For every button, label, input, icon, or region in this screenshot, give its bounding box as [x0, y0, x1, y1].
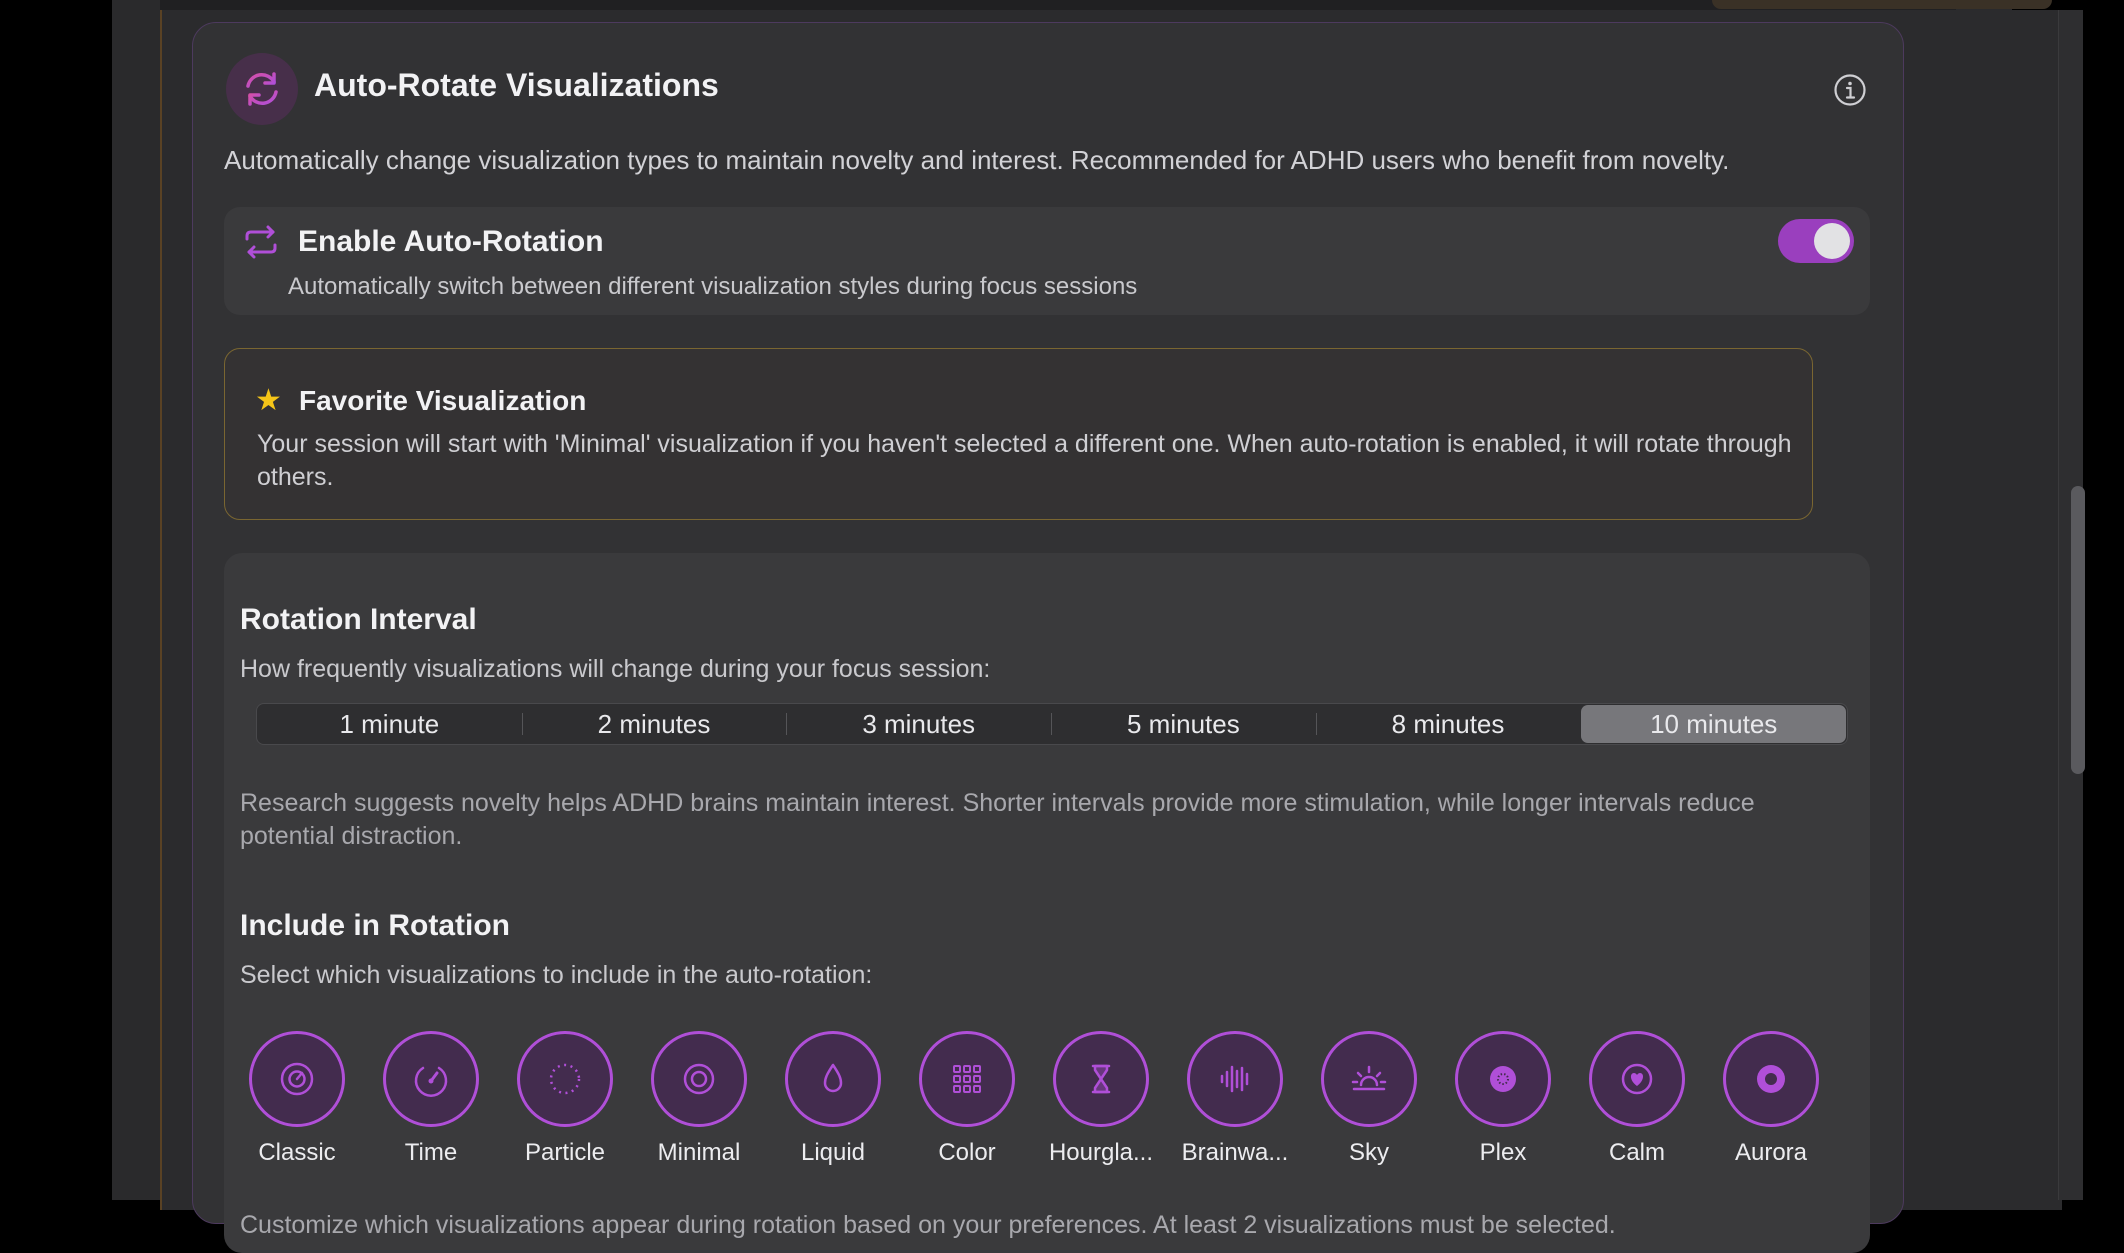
vis-label: Sky	[1348, 1139, 1389, 1166]
research-note: Research suggests novelty helps ADHD bra…	[240, 789, 1755, 850]
info-icon[interactable]	[1833, 73, 1867, 107]
card-description: Automatically change visualization types…	[224, 145, 1730, 175]
droplet-icon	[785, 1031, 881, 1127]
interval-option-2-minutes[interactable]: 2 minutes	[521, 704, 787, 744]
sunrise-icon	[1321, 1031, 1417, 1127]
vis-time[interactable]: Time	[364, 1031, 498, 1167]
hourglass-icon	[1053, 1031, 1149, 1127]
record-icon	[1723, 1031, 1819, 1127]
vis-label: Particle	[524, 1139, 606, 1166]
vis-sky[interactable]: Sky	[1302, 1031, 1436, 1167]
vis-minimal[interactable]: Minimal	[632, 1031, 766, 1167]
interval-option-8-minutes[interactable]: 8 minutes	[1315, 704, 1581, 744]
rotation-footer-note: Customize which visualizations appear du…	[240, 1211, 1616, 1239]
vis-hourglass[interactable]: Hourgla...	[1034, 1031, 1168, 1167]
interval-option-10-minutes[interactable]: 10 minutes	[1581, 705, 1847, 743]
vis-label: Plex	[1479, 1139, 1527, 1166]
vis-label: Hourgla...	[1048, 1139, 1154, 1166]
include-in-rotation-subtitle: Select which visualizations to include i…	[240, 961, 873, 989]
rotation-interval-subtitle: How frequently visualizations will chang…	[240, 655, 991, 683]
interval-option-1-minute[interactable]: 1 minute	[257, 704, 522, 744]
vis-calm[interactable]: Calm	[1570, 1031, 1704, 1167]
auto-rotate-card: Auto-Rotate Visualizations Automatically…	[192, 22, 1904, 1253]
vis-brainwave[interactable]: Brainwa...	[1168, 1031, 1302, 1167]
enable-auto-rotation-row: Enable Auto-Rotation Automatically switc…	[224, 207, 1870, 315]
rotation-interval-title: Rotation Interval	[240, 603, 477, 636]
interval-segmented-control: 1 minute 2 minutes 3 minutes 5 minutes 8…	[256, 703, 1848, 745]
scrollbar-thumb[interactable]	[2071, 486, 2085, 774]
favorite-title: Favorite Visualization	[299, 385, 587, 416]
favorite-text: Your session will start with 'Minimal' v…	[257, 430, 1792, 491]
waveform-icon	[1187, 1031, 1283, 1127]
vis-liquid[interactable]: Liquid	[766, 1031, 900, 1167]
vis-label: Classic	[258, 1139, 336, 1166]
visualization-list: Classic Time Particle Minimal Liquid Col…	[230, 1031, 1838, 1167]
top-bar-accent	[1712, 0, 2052, 9]
vis-label: Brainwa...	[1181, 1139, 1289, 1166]
target-ring-icon	[651, 1031, 747, 1127]
vis-label: Time	[404, 1139, 458, 1166]
vis-label: Calm	[1608, 1139, 1665, 1166]
vis-label: Color	[938, 1139, 996, 1166]
heart-circle-icon	[1589, 1031, 1685, 1127]
vis-classic[interactable]: Classic	[230, 1031, 364, 1167]
vis-label: Minimal	[657, 1139, 741, 1166]
include-in-rotation-title: Include in Rotation	[240, 909, 510, 942]
vis-label: Liquid	[800, 1139, 866, 1166]
switch-knob	[1814, 223, 1850, 259]
interval-option-5-minutes[interactable]: 5 minutes	[1051, 704, 1316, 744]
favorite-visualization-notice: ★ Favorite Visualization Your session wi…	[224, 348, 1813, 520]
vis-particle[interactable]: Particle	[498, 1031, 632, 1167]
toggle-title: Enable Auto-Rotation	[298, 225, 604, 258]
card-title: Auto-Rotate Visualizations	[314, 67, 719, 103]
repeat-arrows-icon	[242, 223, 280, 261]
auto-rotation-switch[interactable]	[1778, 219, 1854, 263]
vis-color[interactable]: Color	[900, 1031, 1034, 1167]
toggle-subtitle: Automatically switch between different v…	[288, 273, 1138, 300]
timer-circle-icon	[249, 1031, 345, 1127]
filled-dot-icon	[1455, 1031, 1551, 1127]
vis-label: Aurora	[1734, 1139, 1808, 1166]
rotate-arrows-icon	[226, 53, 298, 125]
gauge-icon	[383, 1031, 479, 1127]
rotation-interval-panel: Rotation Interval How frequently visuali…	[224, 553, 1870, 1253]
grid-icon	[919, 1031, 1015, 1127]
dotted-circle-icon	[517, 1031, 613, 1127]
interval-option-3-minutes[interactable]: 3 minutes	[786, 704, 1051, 744]
vis-plex[interactable]: Plex	[1436, 1031, 1570, 1167]
vis-aurora[interactable]: Aurora	[1704, 1031, 1838, 1167]
star-icon: ★	[255, 384, 282, 417]
